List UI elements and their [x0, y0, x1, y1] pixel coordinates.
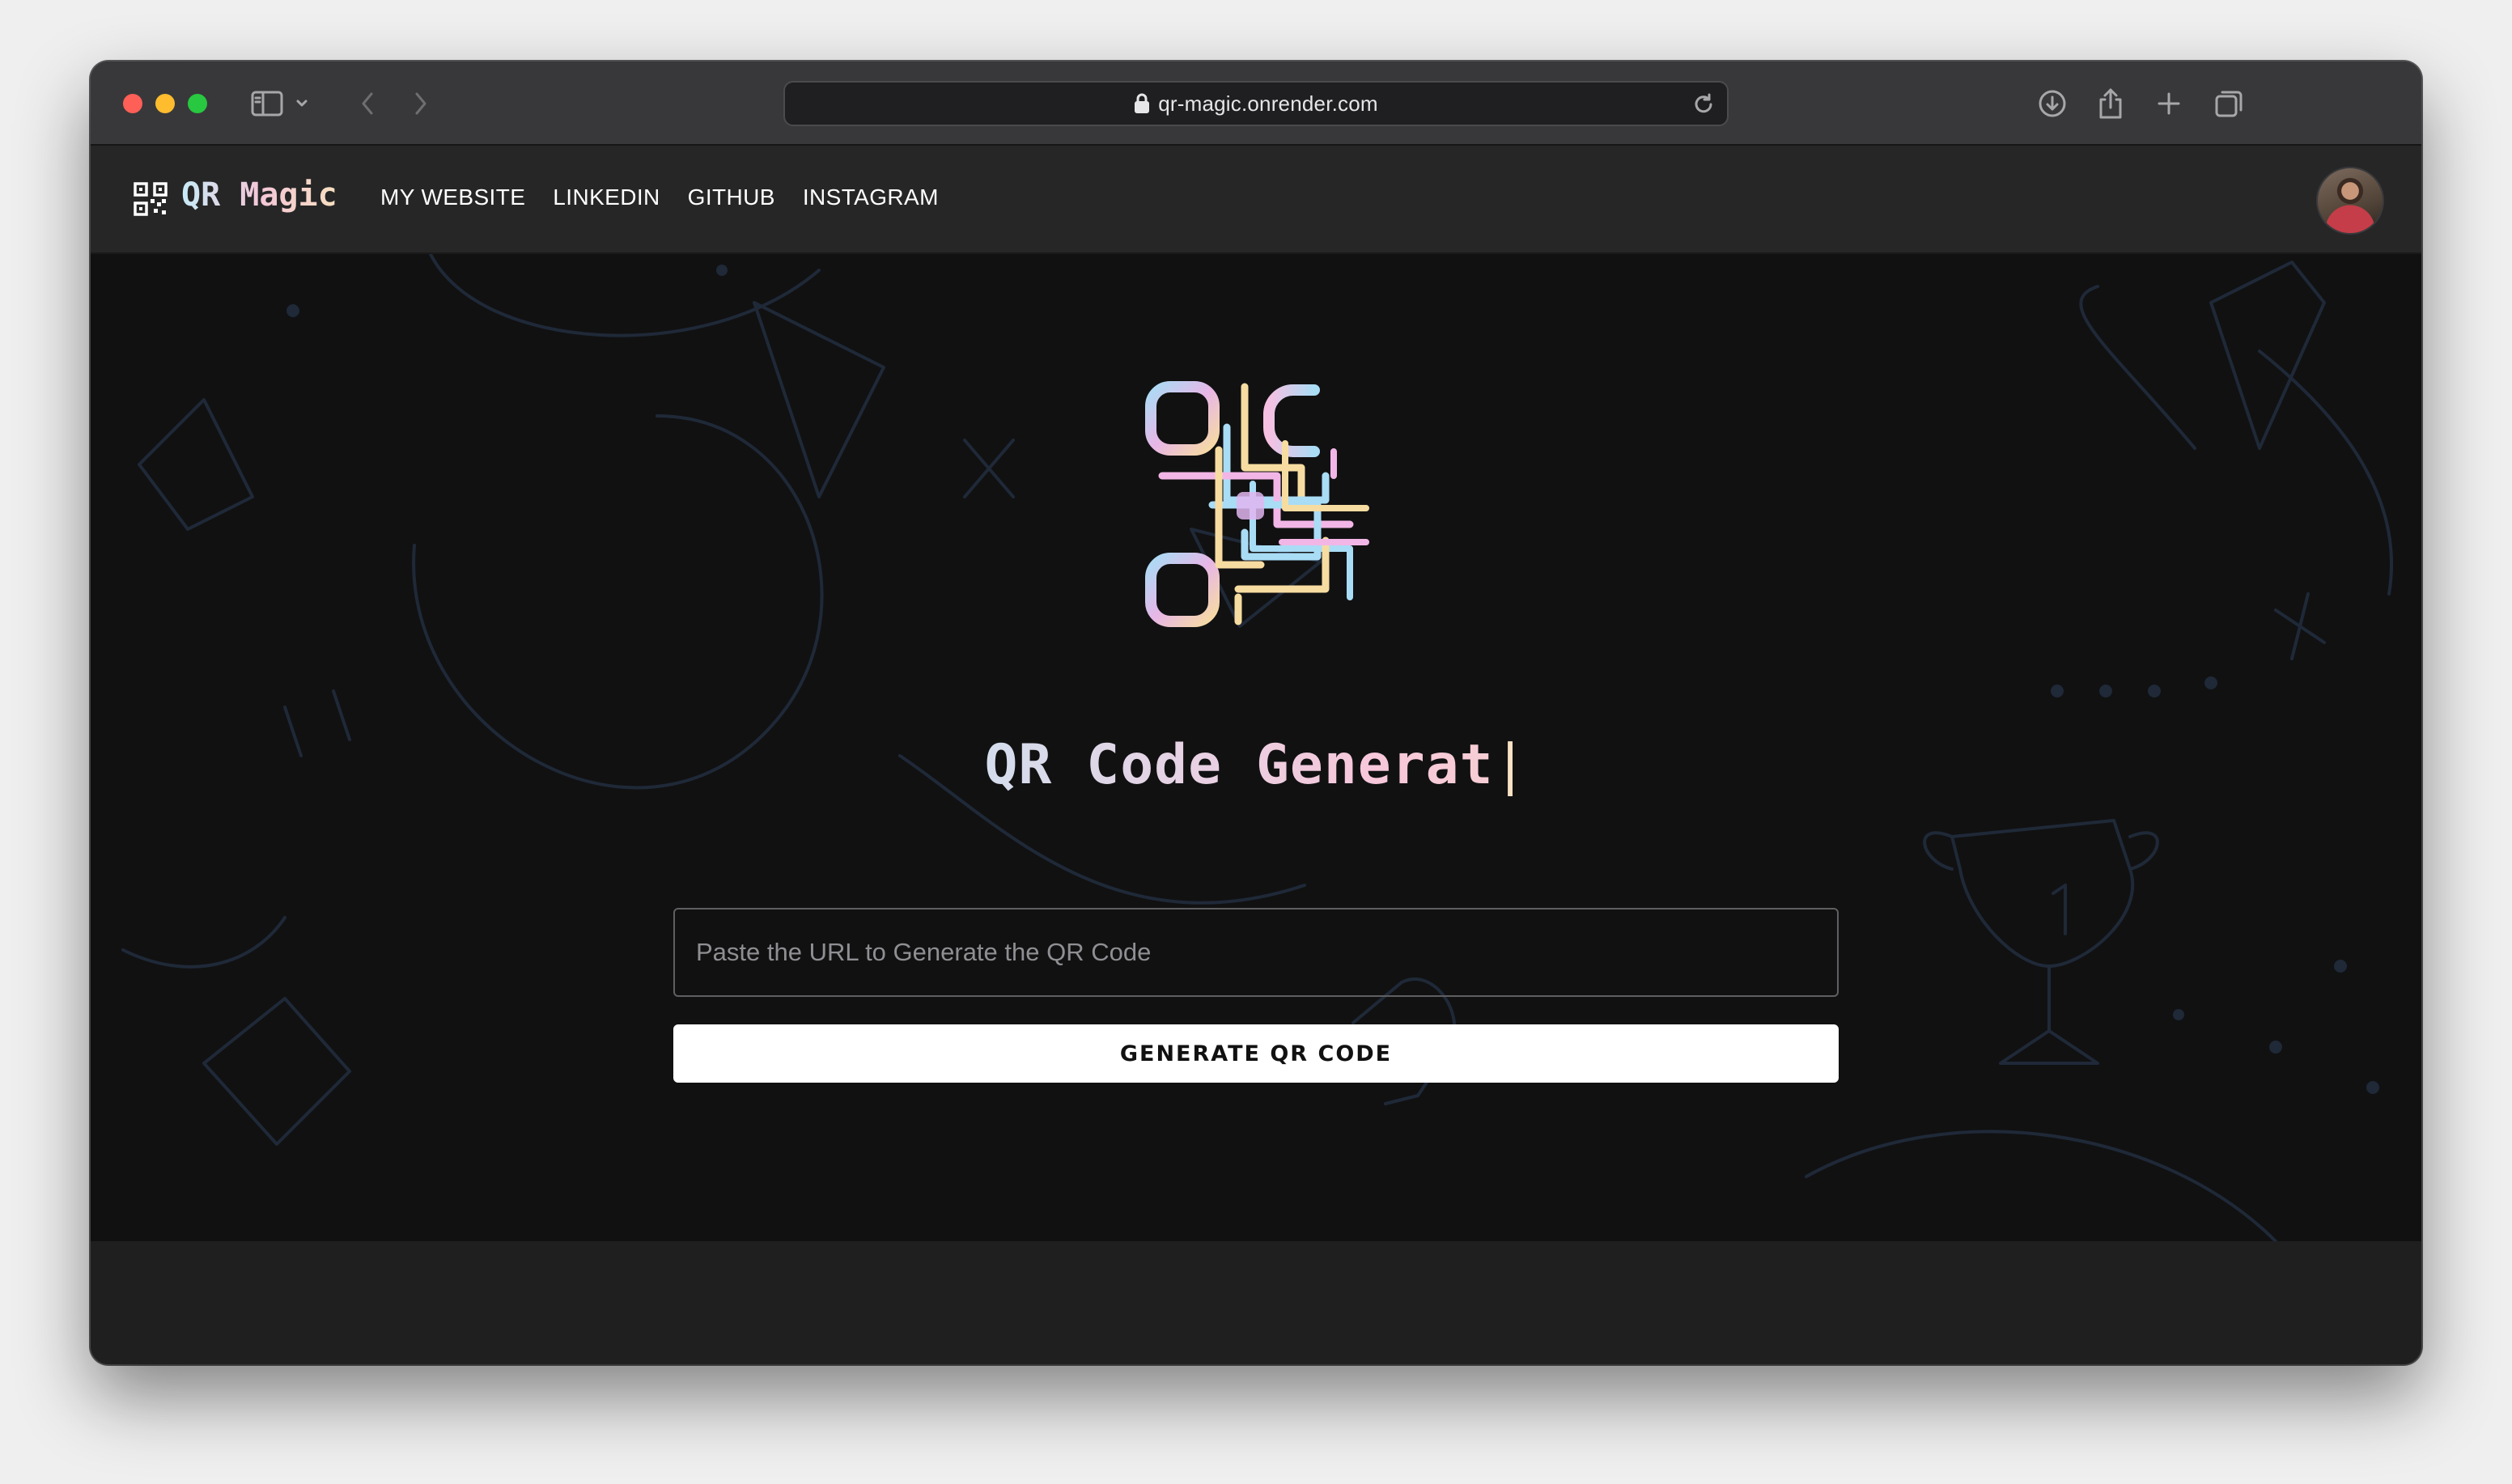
chevron-down-icon[interactable] [290, 81, 314, 126]
new-tab-icon[interactable] [2146, 81, 2192, 126]
sidebar-icon[interactable] [244, 81, 290, 126]
minimize-window-button[interactable] [155, 94, 175, 113]
generate-qr-button[interactable]: GENERATE QR CODE [673, 1024, 1839, 1083]
close-window-button[interactable] [123, 94, 142, 113]
address-url: qr-magic.onrender.com [1158, 91, 1378, 116]
nav-link-linkedin[interactable]: LINKEDIN [553, 184, 660, 210]
page-title: QR Code Generat| [91, 733, 2421, 797]
tab-overview-icon[interactable] [2206, 81, 2251, 126]
zoom-window-button[interactable] [188, 94, 207, 113]
nav-links: MY WEBSITE LINKEDIN GITHUB INSTAGRAM [380, 184, 939, 210]
nav-link-github[interactable]: GITHUB [688, 184, 775, 210]
qr-code-icon[interactable] [133, 181, 168, 217]
avatar[interactable] [2316, 167, 2384, 235]
nav-link-instagram[interactable]: INSTAGRAM [803, 184, 939, 210]
browser-toolbar: qr-magic.onrender.com [91, 61, 2421, 146]
typing-caret: | [1493, 733, 1528, 797]
page-title-text: QR Code Generat [984, 733, 1494, 797]
download-icon[interactable] [2030, 81, 2075, 126]
footer [91, 1241, 2421, 1364]
brand-name[interactable]: QR Magic [181, 176, 337, 214]
share-icon[interactable] [2088, 81, 2133, 126]
main-content: QR Code Generat| GENERATE QR CODE [91, 254, 2421, 1241]
url-input[interactable] [673, 908, 1839, 997]
lock-icon [1134, 93, 1150, 114]
reload-icon[interactable] [1691, 92, 1716, 117]
qr-magic-logo-icon [1145, 381, 1369, 627]
browser-window: qr-magic.onrender.com QR Magic MY WEBSIT… [91, 61, 2421, 1364]
nav-link-my-website[interactable]: MY WEBSITE [380, 184, 525, 210]
back-icon[interactable] [345, 81, 390, 126]
forward-icon[interactable] [398, 81, 443, 126]
app-navbar: QR Magic MY WEBSITE LINKEDIN GITHUB INST… [91, 146, 2421, 254]
address-bar[interactable]: qr-magic.onrender.com [783, 81, 1729, 126]
